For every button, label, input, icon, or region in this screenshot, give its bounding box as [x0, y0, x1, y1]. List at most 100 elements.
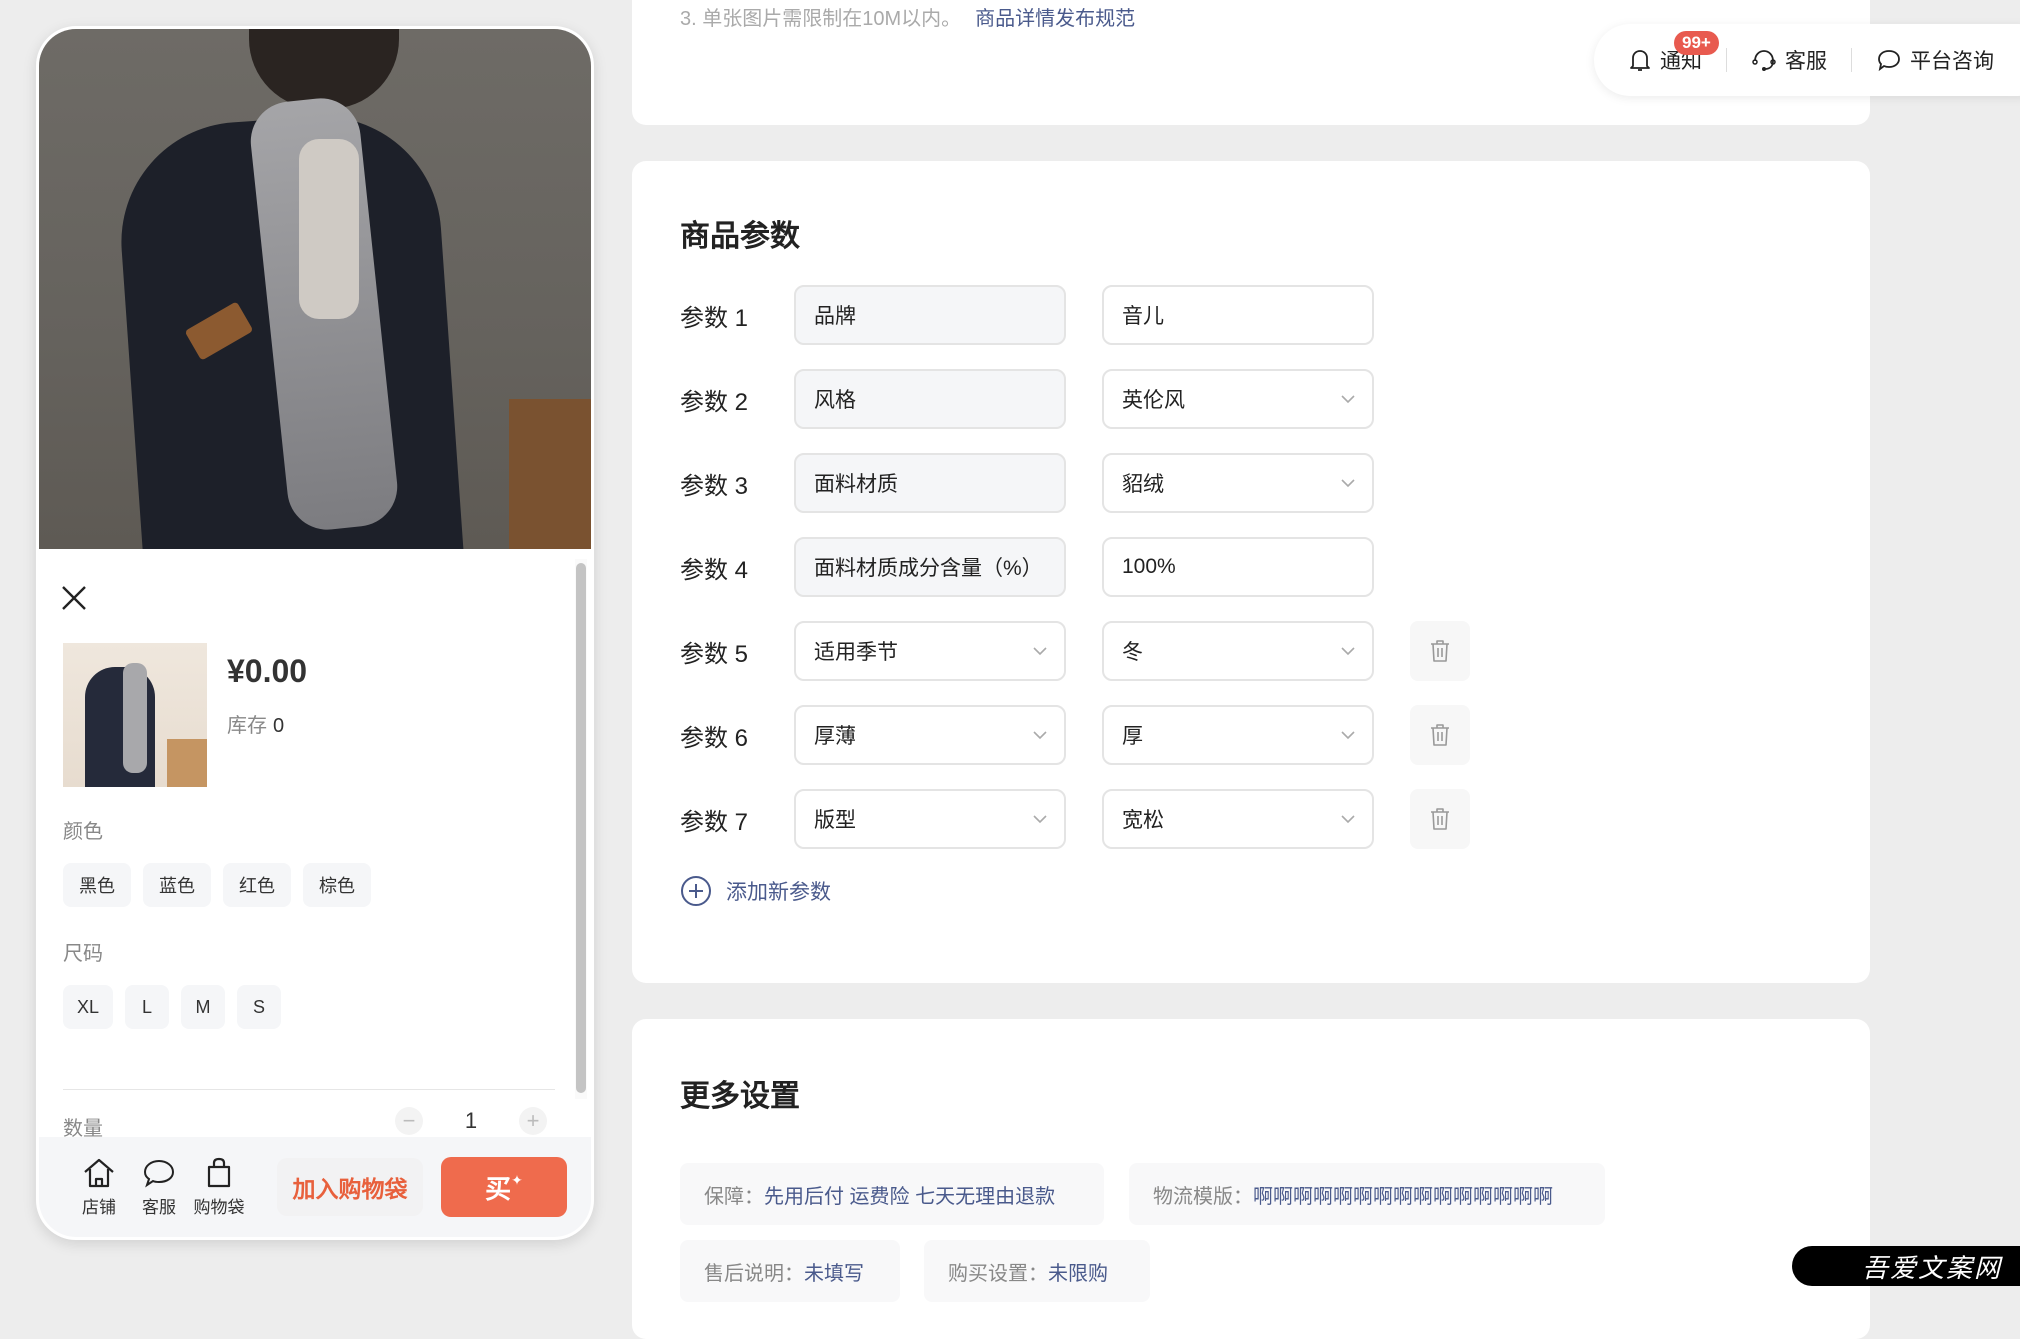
- param-value-select[interactable]: 貂绒: [1102, 453, 1374, 513]
- param-key-text: 品牌: [814, 305, 856, 328]
- setting-key: 物流模版：: [1153, 1185, 1253, 1208]
- toolbar-separator: [1726, 48, 1727, 72]
- delete-param-button[interactable]: [1410, 621, 1470, 681]
- param-value-select[interactable]: 宽松: [1102, 789, 1374, 849]
- param-key-field[interactable]: 面料材质: [794, 453, 1066, 513]
- param-value-input[interactable]: 音儿: [1102, 285, 1374, 345]
- param-value-input[interactable]: 100%: [1102, 537, 1374, 597]
- guarantee-setting[interactable]: 保障： 先用后付 运费险 七天无理由退款: [680, 1163, 1104, 1225]
- param-row: 参数 2 风格 英伦风: [680, 369, 1374, 429]
- trash-icon: [1431, 724, 1449, 746]
- size-option[interactable]: S: [237, 985, 282, 1029]
- customer-service-button[interactable]: 客服: [1751, 45, 1827, 75]
- buy-now-button[interactable]: 买 ✦: [441, 1157, 567, 1217]
- logistics-template-setting[interactable]: 物流模版： 啊啊啊啊啊啊啊啊啊啊啊啊啊啊啊: [1129, 1163, 1605, 1225]
- param-label: 参数 5: [680, 640, 749, 668]
- toolbar-separator: [1851, 48, 1852, 72]
- delete-param-button[interactable]: [1410, 705, 1470, 765]
- add-param-label: 添加新参数: [726, 881, 831, 904]
- trash-icon: [1431, 808, 1449, 830]
- param-key-select[interactable]: 厚薄: [794, 705, 1066, 765]
- chevron-down-icon: [1341, 647, 1355, 656]
- more-settings-card: 更多设置 保障： 先用后付 运费险 七天无理由退款 物流模版： 啊啊啊啊啊啊啊啊啊啊…: [632, 1019, 1870, 1339]
- nav-service[interactable]: 客服: [129, 1157, 189, 1218]
- add-param-button[interactable]: 添加新参数: [680, 875, 831, 907]
- sparkle-icon: ✦: [511, 1171, 523, 1188]
- param-key-field[interactable]: 面料材质成分含量（%）: [794, 537, 1066, 597]
- sheet-scrollbar[interactable]: [575, 559, 587, 1099]
- param-row: 参数 5 适用季节 冬: [680, 621, 1470, 681]
- param-key-select[interactable]: 版型: [794, 789, 1066, 849]
- notifications-button[interactable]: 通知 99+: [1628, 31, 1719, 75]
- chevron-down-icon: [1341, 731, 1355, 740]
- setting-value: 未填写: [804, 1262, 864, 1285]
- color-option[interactable]: 棕色: [303, 863, 371, 907]
- param-value-select[interactable]: 厚: [1102, 705, 1374, 765]
- upload-hint-text: 3. 单张图片需限制在10M以内。: [680, 8, 962, 30]
- nav-store-label: 店铺: [82, 1197, 116, 1217]
- chat-bubble-icon: [1878, 50, 1900, 72]
- color-option[interactable]: 黑色: [63, 863, 131, 907]
- param-value-text: 音儿: [1122, 305, 1164, 328]
- product-thumbnail: [63, 643, 207, 787]
- chevron-down-icon: [1341, 479, 1355, 488]
- platform-consult-label: 平台咨询: [1910, 50, 1994, 73]
- param-label: 参数 1: [680, 304, 749, 332]
- size-option[interactable]: L: [125, 985, 170, 1029]
- bell-icon: [1630, 50, 1650, 71]
- setting-value: 未限购: [1048, 1262, 1108, 1285]
- quantity-value[interactable]: 1: [423, 1108, 519, 1134]
- color-option[interactable]: 红色: [223, 863, 291, 907]
- delete-param-button[interactable]: [1410, 789, 1470, 849]
- param-row: 参数 6 厚薄 厚: [680, 705, 1470, 765]
- param-value-text: 100%: [1122, 555, 1176, 578]
- shopping-bag-icon: [207, 1157, 231, 1187]
- param-value-text: 貂绒: [1122, 473, 1164, 496]
- size-options: XL L M S: [63, 985, 282, 1029]
- add-to-cart-button[interactable]: 加入购物袋: [277, 1158, 423, 1216]
- param-key-text: 版型: [814, 809, 856, 832]
- detail-guidelines-link[interactable]: 商品详情发布规范: [975, 8, 1135, 30]
- nav-store[interactable]: 店铺: [69, 1157, 129, 1218]
- upload-hint: 3. 单张图片需限制在10M以内。 商品详情发布规范: [680, 2, 1135, 31]
- param-value-text: 厚: [1122, 725, 1143, 748]
- product-hero-image: [39, 29, 591, 549]
- param-key-field[interactable]: 风格: [794, 369, 1066, 429]
- param-label: 参数 2: [680, 388, 749, 416]
- chevron-down-icon: [1033, 815, 1047, 824]
- size-option[interactable]: M: [181, 985, 226, 1029]
- param-key-field[interactable]: 品牌: [794, 285, 1066, 345]
- after-sales-setting[interactable]: 售后说明： 未填写: [680, 1240, 900, 1302]
- param-key-select[interactable]: 适用季节: [794, 621, 1066, 681]
- close-icon[interactable]: [59, 583, 89, 613]
- chevron-down-icon: [1341, 815, 1355, 824]
- param-label: 参数 4: [680, 556, 749, 584]
- param-value-select[interactable]: 冬: [1102, 621, 1374, 681]
- increment-button[interactable]: +: [519, 1107, 547, 1135]
- color-label: 颜色: [63, 821, 103, 843]
- decrement-button[interactable]: −: [395, 1107, 423, 1135]
- watermark: 吾爱文案网: [1792, 1246, 2020, 1286]
- param-key-text: 面料材质成分含量（%）: [814, 557, 1043, 580]
- nav-service-label: 客服: [142, 1197, 176, 1217]
- plus-circle-icon: [681, 876, 711, 906]
- setting-key: 保障：: [704, 1185, 764, 1208]
- param-value-text: 冬: [1122, 641, 1143, 664]
- param-key-text: 面料材质: [814, 473, 898, 496]
- param-key-text: 风格: [814, 389, 856, 412]
- product-params-card: 商品参数 参数 1 品牌 音儿 参数 2 风格 英伦风 参数 3 面料材质 貂绒 参数 4 面料材质…: [632, 161, 1870, 983]
- param-label: 参数 7: [680, 808, 749, 836]
- purchase-bar: 店铺 客服 购物袋 加入购物袋 买 ✦: [39, 1137, 591, 1237]
- nav-bag-label: 购物袋: [193, 1197, 245, 1217]
- chevron-down-icon: [1033, 731, 1047, 740]
- param-label: 参数 6: [680, 724, 749, 752]
- mobile-preview: ¥0.00 库存 0 颜色 黑色 蓝色 红色 棕色 尺码 XL L M S 数量 …: [36, 26, 594, 1240]
- customer-service-label: 客服: [1785, 50, 1827, 73]
- buy-now-label: 买: [485, 1173, 512, 1204]
- purchase-limit-setting[interactable]: 购买设置： 未限购: [924, 1240, 1150, 1302]
- color-option[interactable]: 蓝色: [143, 863, 211, 907]
- size-option[interactable]: XL: [63, 985, 114, 1029]
- param-value-select[interactable]: 英伦风: [1102, 369, 1374, 429]
- platform-consult-button[interactable]: 平台咨询: [1876, 45, 1994, 75]
- nav-bag[interactable]: 购物袋: [189, 1157, 249, 1218]
